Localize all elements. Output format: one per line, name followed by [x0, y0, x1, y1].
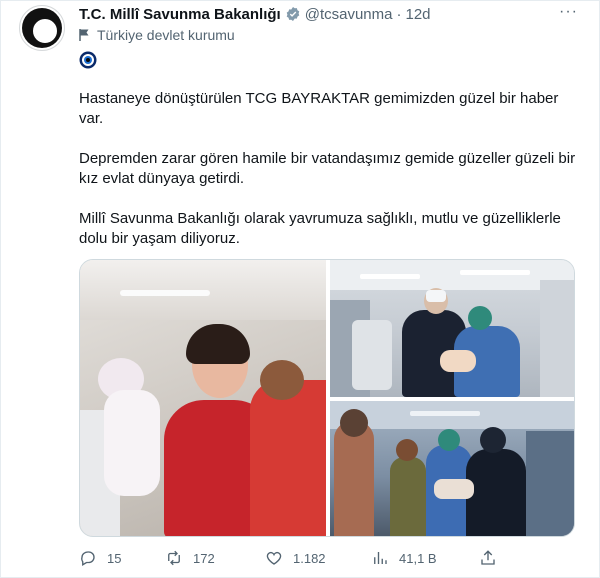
affiliation-text: Türkiye devlet kurumu — [97, 27, 235, 43]
affiliation-label: Türkiye devlet kurumu — [79, 27, 235, 43]
flag-icon — [79, 29, 89, 41]
reply-count: 15 — [107, 550, 122, 566]
verified-badge-icon — [286, 7, 299, 21]
timestamp[interactable]: 12d — [405, 6, 430, 23]
avatar[interactable] — [19, 5, 65, 51]
photo-officer-holding-baby[interactable] — [330, 260, 574, 397]
photo-nurse-holding-baby[interactable] — [80, 260, 326, 536]
retweet-icon — [168, 550, 180, 566]
retweet-count: 172 — [193, 550, 215, 566]
share-icon — [481, 550, 495, 565]
tweet-text: Hastaneye dönüştürülen TCG BAYRAKTAR gem… — [79, 89, 579, 269]
like-button[interactable]: 1.182 — [265, 549, 326, 567]
media-grid — [79, 259, 575, 537]
tweet-paragraph-3: Millî Savunma Bakanlığı olarak yavrumuza… — [79, 210, 561, 247]
ministry-logo-icon — [22, 8, 62, 48]
heart-icon — [266, 551, 282, 565]
tweet-card[interactable]: T.C. Millî Savunma Bakanlığı @tcsavunma … — [0, 0, 600, 578]
retweet-button[interactable]: 172 — [165, 549, 215, 567]
reply-icon — [81, 551, 95, 566]
photo-group-with-baby[interactable] — [330, 401, 574, 536]
nazar-badge-icon[interactable] — [79, 51, 97, 69]
tweet-header: T.C. Millî Savunma Bakanlığı @tcsavunma … — [79, 4, 431, 24]
views-icon — [374, 552, 387, 564]
tweet-paragraph-2: Depremden zarar gören hamile bir vatanda… — [79, 150, 576, 187]
author-handle[interactable]: @tcsavunma — [305, 6, 393, 23]
views-count: 41,1 B — [399, 550, 437, 566]
tweet-paragraph-1: Hastaneye dönüştürülen TCG BAYRAKTAR gem… — [79, 90, 559, 127]
views-button[interactable]: 41,1 B — [371, 549, 437, 567]
more-icon[interactable]: ··· — [559, 3, 578, 21]
separator-dot: · — [396, 5, 402, 23]
share-button[interactable] — [479, 549, 507, 567]
tweet-actions: 15 172 1.182 41,1 B — [79, 549, 519, 569]
like-count: 1.182 — [293, 550, 326, 566]
reply-button[interactable]: 15 — [79, 549, 121, 567]
author-name[interactable]: T.C. Millî Savunma Bakanlığı — [79, 6, 281, 23]
